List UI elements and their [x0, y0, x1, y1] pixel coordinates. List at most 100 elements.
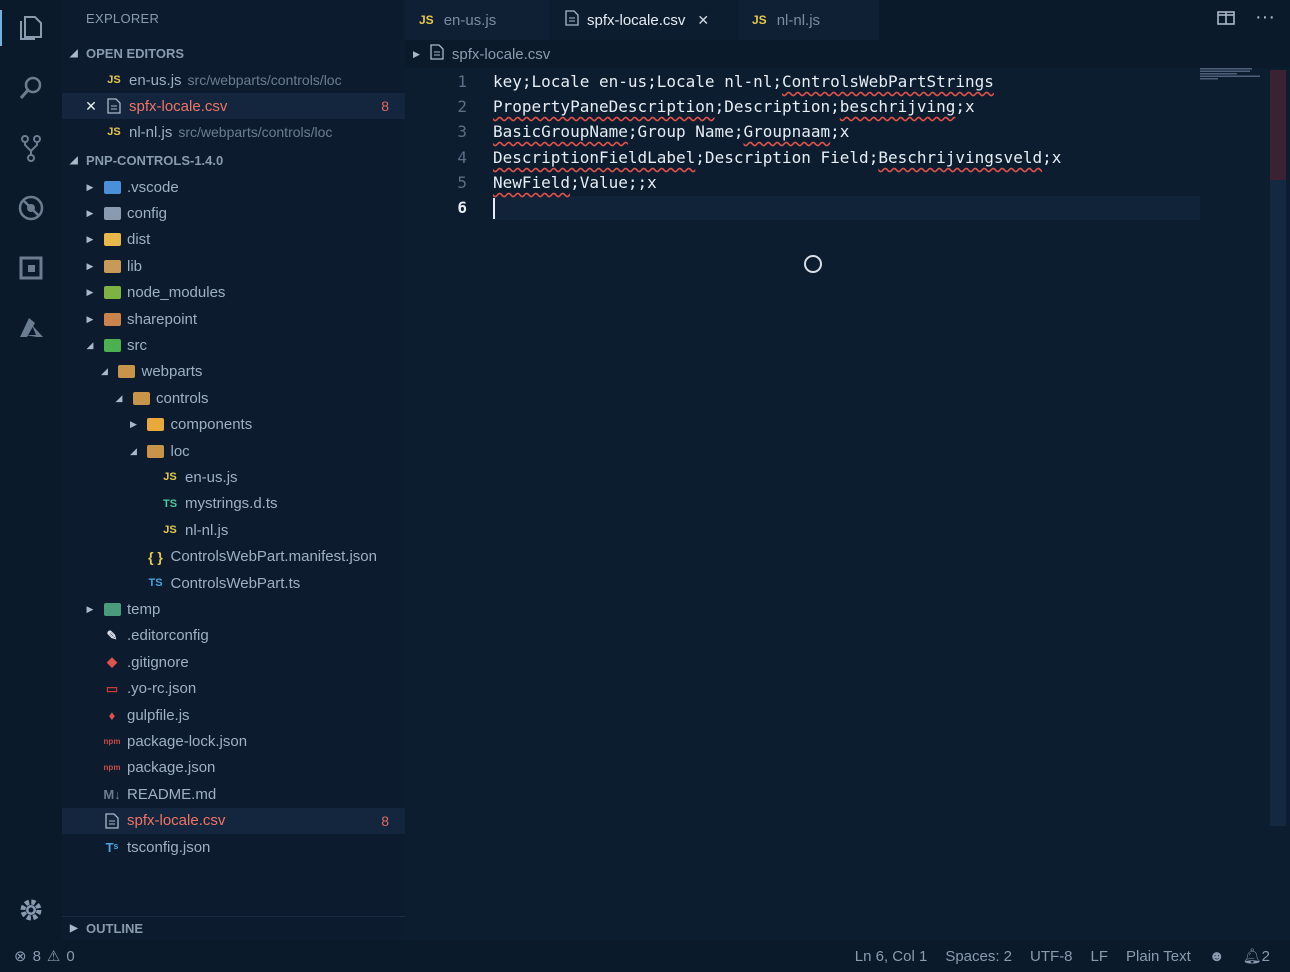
tree-item-label: node_modules [127, 284, 226, 302]
tab-spfx-locale[interactable]: spfx-locale.csv ✕ [551, 0, 737, 40]
tree-folder[interactable]: ▶ config [62, 200, 405, 226]
line-number: 6 [457, 198, 467, 217]
tree-file[interactable]: M↓ README.md [62, 781, 405, 807]
debug-icon[interactable] [0, 186, 62, 230]
js-file-icon: JS [107, 126, 121, 138]
code-line[interactable]: DescriptionFieldLabel;Description Field;… [493, 148, 1061, 167]
breadcrumb[interactable]: ▶ spfx-locale.csv [405, 40, 1290, 68]
chevron-down-icon: ◢ [101, 366, 108, 377]
language-mode[interactable]: Plain Text [1126, 948, 1191, 965]
editor-area[interactable]: 1 2 3 4 5 6 key;Locale en-us;Locale nl-n… [405, 68, 1290, 940]
source-control-icon[interactable] [0, 126, 62, 170]
tree-file[interactable]: ▭ .yo-rc.json [62, 676, 405, 702]
more-actions-icon[interactable]: ··· [1255, 6, 1275, 29]
explorer-sidebar: EXPLORER ◢ OPEN EDITORS JS en-us.js src/… [62, 0, 405, 940]
encoding[interactable]: UTF-8 [1030, 948, 1073, 965]
tree-file[interactable]: JS en-us.js [62, 464, 405, 490]
tree-item-label: dist [127, 231, 151, 249]
vertical-scrollbar[interactable] [1270, 70, 1286, 826]
code-line[interactable]: NewField;Value;;x [493, 173, 657, 192]
tree-file[interactable]: spfx-locale.csv 8 [62, 807, 405, 834]
notifications[interactable]: 🔔︎2 [1243, 947, 1270, 965]
status-bar: ⊗ 8 ⚠ 0 Ln 6, Col 1 Spaces: 2 UTF-8 LF P… [0, 940, 1290, 972]
chevron-right-icon: ▶ [86, 260, 94, 271]
chevron-right-icon: ▶ [86, 287, 94, 298]
csv-file-icon [104, 97, 124, 115]
tree-file[interactable]: ◆ .gitignore [62, 649, 405, 675]
tree-folder[interactable]: ◢ controls [62, 385, 405, 411]
close-icon[interactable]: ✕ [84, 98, 98, 115]
spelling-error: ControlsWebPartStrings [781, 72, 994, 91]
folder-shape [103, 338, 121, 352]
tree-item-label: README.md [127, 785, 217, 803]
tree-file[interactable]: Tˢ tsconfig.json [62, 834, 405, 860]
mouse-pointer-icon [804, 255, 822, 273]
tree-file[interactable]: JS nl-nl.js [62, 517, 405, 543]
file-icon: M↓ [103, 786, 121, 802]
folder-shape [103, 602, 121, 616]
tree-file[interactable]: ✎ .editorconfig [62, 623, 405, 649]
tree-folder[interactable]: ◢ src [62, 332, 405, 358]
spelling-error: NewField [493, 173, 571, 192]
bell-icon: 🔔︎ [1242, 948, 1262, 965]
cursor-position[interactable]: Ln 6, Col 1 [855, 948, 928, 965]
tree-folder[interactable]: ▶ sharepoint [62, 306, 405, 332]
close-icon[interactable]: ✕ [697, 12, 709, 29]
file-icon: ♦ [108, 707, 116, 723]
folder-icon [102, 257, 122, 275]
tree-folder[interactable]: ▶ lib [62, 253, 405, 279]
open-editor-item[interactable]: ✕ spfx-locale.csv 8 [62, 93, 405, 119]
tree-folder[interactable]: ▶ temp [62, 596, 405, 622]
open-editor-item[interactable]: JS en-us.js src/webparts/controls/loc [62, 67, 405, 93]
tab-nl-nl[interactable]: JS nl-nl.js [738, 0, 879, 40]
folder-icon [146, 416, 166, 434]
problems-indicator[interactable]: ⊗ 8 ⚠ 0 [14, 947, 75, 966]
tree-item-label: components [170, 416, 253, 434]
indentation[interactable]: Spaces: 2 [945, 948, 1012, 965]
tree-item-label: .editorconfig [127, 627, 209, 645]
js-file-icon: JS [419, 13, 434, 27]
extensions-icon[interactable] [0, 246, 62, 290]
azure-icon[interactable] [0, 306, 62, 350]
tab-en-us[interactable]: JS en-us.js [405, 0, 550, 40]
tree-file[interactable]: ♦ gulpfile.js [62, 702, 405, 728]
minimap[interactable] [1200, 68, 1270, 80]
open-editors-header[interactable]: ◢ OPEN EDITORS [62, 41, 405, 65]
files-icon[interactable] [0, 6, 62, 50]
tree-item-label: config [127, 204, 168, 222]
code-line[interactable]: key;Locale en-us;Locale nl-nl;ControlsWe… [493, 72, 994, 91]
search-icon[interactable] [0, 66, 62, 110]
tree-file[interactable]: npm package.json [62, 755, 405, 781]
project-header[interactable]: ◢ PNP-CONTROLS-1.4.0 [62, 148, 405, 172]
code-line[interactable]: PropertyPaneDescription;Description;besc… [493, 97, 975, 116]
tree-file[interactable]: npm package-lock.json [62, 728, 405, 754]
chevron-right-icon: ▶ [86, 603, 94, 614]
open-editor-item[interactable]: JS nl-nl.js src/webparts/controls/loc [62, 119, 405, 145]
tree-item-label: sharepoint [127, 310, 198, 328]
csv-file-icon [565, 10, 579, 30]
tree-file[interactable]: TS mystrings.d.ts [62, 491, 405, 517]
tree-folder[interactable]: ▶ node_modules [62, 280, 405, 306]
tree-file[interactable]: { } ControlsWebPart.manifest.json [62, 544, 405, 570]
split-editor-icon[interactable] [1217, 10, 1235, 31]
tree-item-label: ControlsWebPart.manifest.json [170, 548, 377, 566]
spelling-error: PropertyPaneDescription [493, 97, 715, 116]
tree-folder[interactable]: ▶ dist [62, 227, 405, 253]
code-line[interactable]: BasicGroupName;Group Name;Groupnaam;x [493, 122, 849, 141]
spelling-error: beschrijving [839, 97, 956, 116]
text-cursor [493, 198, 495, 219]
warning-icon: ⚠ [46, 948, 61, 965]
tree-folder[interactable]: ▶ components [62, 412, 405, 438]
tree-file[interactable]: TS ControlsWebPart.ts [62, 570, 405, 596]
tree-folder[interactable]: ◢ loc [62, 438, 405, 464]
folder-shape [103, 286, 121, 300]
line-number: 5 [457, 173, 467, 192]
tree-folder[interactable]: ▶ .vscode [62, 174, 405, 200]
activity-bar [0, 0, 62, 940]
ts-file-icon: TS [148, 577, 163, 589]
outline-header[interactable]: ▶ OUTLINE [62, 916, 405, 940]
end-of-line[interactable]: LF [1091, 948, 1109, 965]
tree-folder[interactable]: ◢ webparts [62, 359, 405, 385]
settings-gear-icon[interactable] [0, 888, 62, 932]
feedback-smiley-icon[interactable]: ☻ [1209, 948, 1225, 965]
